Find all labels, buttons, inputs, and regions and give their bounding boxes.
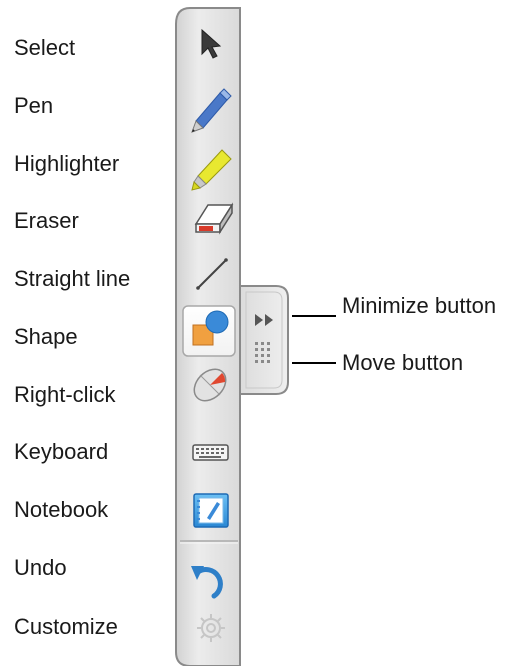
tool-notebook-button[interactable] — [193, 493, 229, 528]
keyboard-icon — [192, 444, 229, 461]
minimize-callout-line — [292, 315, 336, 317]
tool-keyboard-button[interactable] — [192, 444, 229, 461]
floating-toolbar — [175, 7, 289, 666]
move-callout-label: Move button — [342, 350, 464, 375]
move-callout-line — [292, 362, 336, 364]
tool-shape-button[interactable] — [182, 305, 236, 357]
notebook-icon — [193, 493, 229, 528]
minimize-callout-label: Minimize button — [342, 293, 497, 318]
